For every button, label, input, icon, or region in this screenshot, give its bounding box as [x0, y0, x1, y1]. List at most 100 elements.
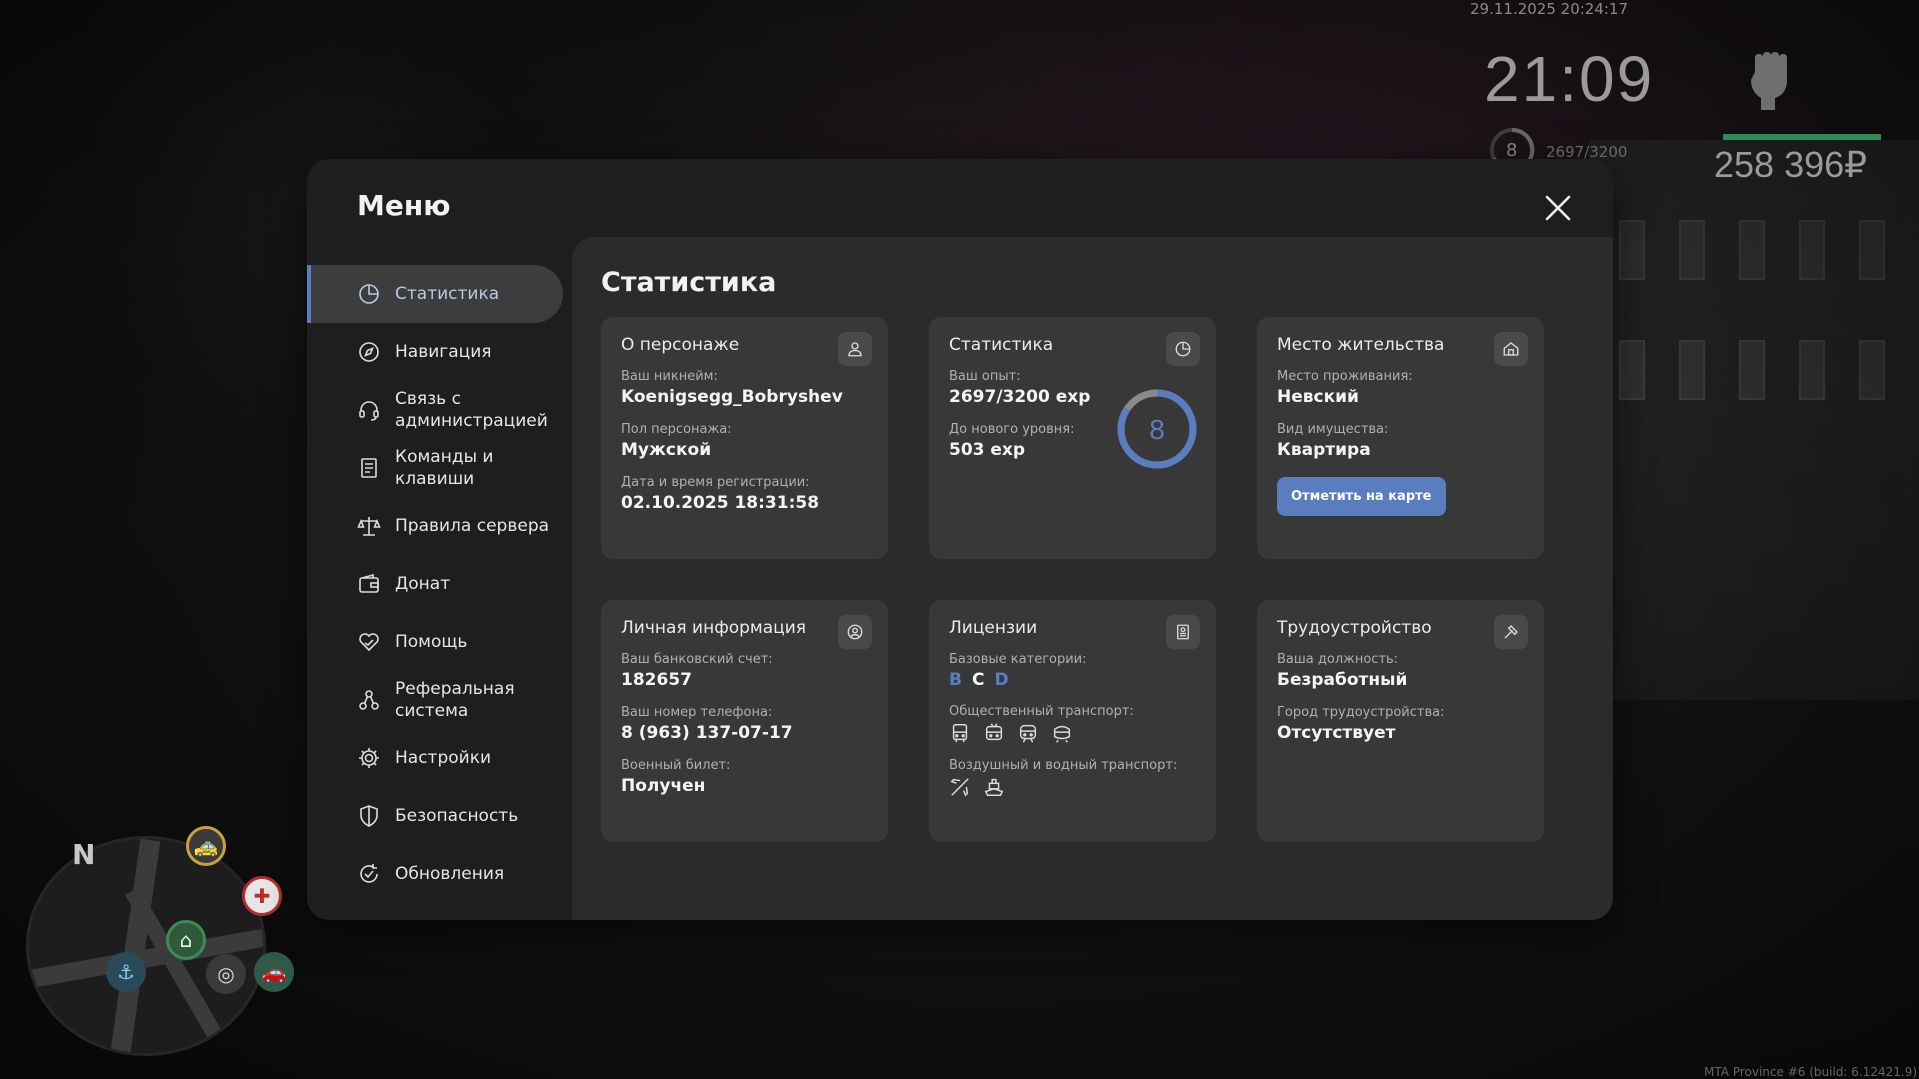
hud-clock: 21:09	[1484, 43, 1655, 115]
military-id-value: Получен	[621, 776, 706, 796]
shield-icon	[360, 805, 378, 827]
sidebar-item-label: Правила сервера	[395, 516, 550, 536]
bus-icon	[952, 724, 968, 743]
hud-health-bar	[1723, 134, 1881, 140]
field-label: Город трудоустройства:	[1277, 705, 1445, 720]
level-number: 8	[1149, 414, 1165, 445]
card-title: Лицензии	[949, 618, 1038, 638]
card-title: О персонаже	[621, 335, 740, 355]
category-d: D	[994, 670, 1009, 690]
sidebar-item-label: Помощь	[395, 632, 468, 652]
field-label: Воздушный и водный транспорт:	[949, 758, 1178, 773]
compass-icon	[359, 342, 379, 362]
referral-icon	[359, 690, 379, 710]
scales-icon	[357, 517, 381, 536]
category-b: B	[949, 670, 962, 690]
registration-value: 02.10.2025 18:31:58	[621, 493, 820, 513]
sidebar-item-label: Связь с администрацией	[395, 389, 548, 431]
taxi-icon[interactable]: 🚕	[186, 826, 226, 866]
field-label: Ваша должность:	[1277, 652, 1399, 667]
tram-icon	[1019, 724, 1037, 743]
bank-account-value: 182657	[621, 670, 692, 690]
sidebar-item-label: Безопасность	[395, 806, 519, 826]
menu-modal: Меню Статистика Навигация Связь с админи…	[307, 159, 1613, 920]
sidebar-item-label: Донат	[395, 574, 451, 594]
field-label: Дата и время регистрации:	[621, 475, 810, 490]
gear-icon	[359, 748, 379, 768]
content-panel: Статистика О персонаже Ваш никнейм: Koen…	[572, 237, 1613, 920]
phone-value: 8 (963) 137-07-17	[621, 723, 793, 743]
card-title: Трудоустройство	[1277, 618, 1432, 638]
field-label: Ваш опыт:	[949, 369, 1021, 384]
sidebar-item-label: Статистика	[395, 284, 500, 304]
hud-level: 8	[1506, 140, 1518, 161]
sidebar: Статистика Навигация Связь с администрац…	[307, 265, 563, 903]
car-service-icon[interactable]: 🚗	[254, 952, 294, 992]
sidebar-item-navigation[interactable]: Навигация	[307, 323, 563, 381]
document-icon	[361, 458, 377, 478]
card-personal: Личная информация Ваш банковский счет: 1…	[601, 600, 888, 842]
hammer-icon	[1494, 615, 1528, 649]
fist-icon	[1751, 52, 1787, 110]
position-value: Безработный	[1277, 670, 1408, 690]
user-circle-icon	[838, 615, 872, 649]
sidebar-item-updates[interactable]: Обновления	[307, 845, 563, 903]
air-water-transport-icons	[949, 776, 1196, 798]
plane-icon	[950, 778, 969, 797]
sidebar-item-settings[interactable]: Настройки	[307, 729, 563, 787]
minimap[interactable]	[26, 836, 266, 1056]
content-title: Статистика	[601, 267, 777, 298]
card-residence: Место жительства Место проживания: Невск…	[1257, 317, 1544, 559]
trolleybus-icon	[985, 723, 1003, 741]
heart-hand-icon	[359, 633, 379, 652]
sidebar-item-statistics[interactable]: Статистика	[307, 265, 563, 323]
user-icon	[838, 332, 872, 366]
hospital-icon[interactable]: ✚	[242, 876, 282, 916]
sidebar-item-help[interactable]: Помощь	[307, 613, 563, 671]
sidebar-item-label: Обновления	[395, 864, 505, 884]
field-label: Военный билет:	[621, 758, 731, 773]
mark-on-map-button[interactable]: Отметить на карте	[1277, 477, 1446, 516]
sidebar-item-rules[interactable]: Правила сервера	[307, 497, 563, 555]
sidebar-item-admin-contact[interactable]: Связь с администрацией	[307, 381, 563, 439]
target-icon[interactable]: ◎	[206, 954, 246, 994]
card-title: Место жительства	[1277, 335, 1445, 355]
property-type-value: Квартира	[1277, 440, 1371, 460]
card-employment: Трудоустройство Ваша должность: Безработ…	[1257, 600, 1544, 842]
sidebar-item-label: Настройки	[395, 748, 492, 768]
card-character: О персонаже Ваш никнейм: Koenigsegg_Bobr…	[601, 317, 888, 559]
card-title: Личная информация	[621, 618, 807, 638]
sidebar-item-label: Команды и клавиши	[395, 447, 494, 489]
sidebar-item-commands[interactable]: Команды и клавиши	[307, 439, 563, 497]
hud-datetime: 29.11.2025 20:24:17	[1470, 0, 1629, 18]
card-licenses: Лицензии Базовые категории: B C D Общест…	[929, 600, 1216, 842]
field-label: Ваш никнейм:	[621, 369, 718, 384]
field-label: Общественный транспорт:	[949, 704, 1134, 719]
sidebar-item-donate[interactable]: Донат	[307, 555, 563, 613]
wallet-icon	[359, 573, 379, 593]
field-label: Пол персонажа:	[621, 422, 732, 437]
card-stats: Статистика Ваш опыт: 2697/3200 exp До но…	[929, 317, 1216, 559]
field-label: Вид имущества:	[1277, 422, 1389, 437]
hud-money: 258 396₽	[1714, 144, 1868, 185]
modal-title: Меню	[357, 189, 451, 222]
anchor-icon[interactable]: ⚓	[106, 952, 146, 992]
field-label: Ваш номер телефона:	[621, 705, 773, 720]
headset-icon	[359, 401, 379, 421]
metro-icon	[1053, 725, 1071, 743]
field-label: Место проживания:	[1277, 369, 1413, 384]
level-progress-ring: 8	[1117, 389, 1197, 469]
gender-value: Мужской	[621, 440, 712, 460]
home-icon[interactable]: ⌂	[166, 920, 206, 960]
sidebar-item-security[interactable]: Безопасность	[307, 787, 563, 845]
card-title: Статистика	[949, 335, 1054, 355]
license-icon	[1166, 615, 1200, 649]
refresh-check-icon	[360, 864, 378, 883]
close-icon[interactable]	[1543, 193, 1573, 223]
boat-icon	[984, 778, 1004, 796]
residence-place-value: Невский	[1277, 387, 1359, 407]
category-c: C	[971, 670, 985, 690]
house-icon	[1494, 332, 1528, 366]
employment-city-value: Отсутствует	[1277, 723, 1396, 743]
sidebar-item-referral[interactable]: Реферальная система	[307, 671, 563, 729]
